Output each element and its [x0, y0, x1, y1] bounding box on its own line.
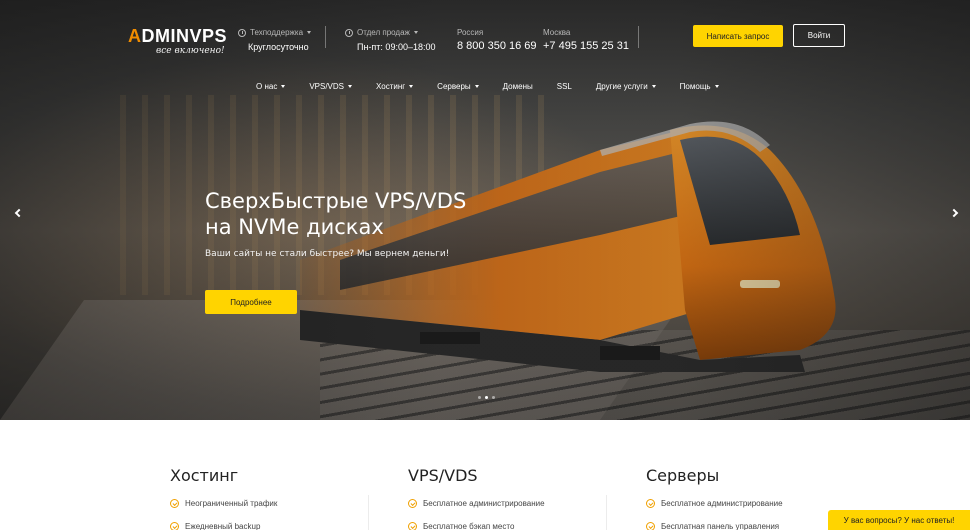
- slider-dot[interactable]: [478, 396, 481, 399]
- list-item: Бесплатное бэкап место: [408, 522, 545, 530]
- slider-dots: [478, 396, 495, 399]
- hero-title-line-1: СверхБыстрые VPS/VDS: [205, 189, 467, 213]
- check-circle-icon: [408, 522, 417, 530]
- clock-icon: [345, 28, 353, 37]
- login-button[interactable]: Войти: [793, 24, 845, 47]
- slider-prev-arrow-icon[interactable]: [10, 206, 24, 220]
- nav-item-vps[interactable]: VPS/VDS: [309, 82, 352, 91]
- list-item: Ежедневный backup: [170, 522, 277, 530]
- check-circle-icon: [408, 499, 417, 508]
- slider-dot-active[interactable]: [485, 396, 488, 399]
- vps-column: VPS/VDS Бесплатное администрирование Бес…: [408, 466, 545, 530]
- support-value: Круглосуточно: [248, 42, 309, 52]
- sales-label: Отдел продаж: [357, 28, 410, 37]
- nav-item-ssl[interactable]: SSL: [557, 82, 572, 91]
- list-item: Неограниченный трафик: [170, 499, 277, 508]
- list-item: Бесплатная панель управления: [646, 522, 783, 530]
- phone-moscow-value[interactable]: +7 495 155 25 31: [543, 40, 629, 52]
- chevron-down-icon: [413, 31, 418, 34]
- nav-item-about[interactable]: О нас: [256, 82, 286, 91]
- support-info: Техподдержка Круглосуточно: [238, 28, 312, 52]
- sales-value: Пн-пт: 09:00–18:00: [357, 42, 436, 52]
- hero-slider: [0, 0, 970, 420]
- sales-info: Отдел продаж Пн-пт: 09:00–18:00: [345, 28, 435, 52]
- list-item: Бесплатное администрирование: [408, 499, 545, 508]
- chevron-down-icon: [714, 85, 719, 88]
- nav-item-domains[interactable]: Домены: [503, 82, 533, 91]
- slider-dot[interactable]: [492, 396, 495, 399]
- column-divider: [606, 495, 607, 530]
- phone-russia-label: Россия: [457, 28, 484, 37]
- check-circle-icon: [170, 499, 179, 508]
- nav-item-servers[interactable]: Серверы: [437, 82, 479, 91]
- chat-widget-button[interactable]: У вас вопросы? У нас ответы!: [828, 510, 970, 530]
- check-circle-icon: [646, 522, 655, 530]
- header-divider: [638, 26, 639, 48]
- hosting-title[interactable]: Хостинг: [170, 466, 277, 485]
- chevron-down-icon: [409, 85, 414, 88]
- clock-icon: [238, 28, 246, 37]
- column-divider: [368, 495, 369, 530]
- slider-next-arrow-icon[interactable]: [948, 206, 962, 220]
- check-circle-icon: [646, 499, 655, 508]
- chevron-down-icon: [474, 85, 479, 88]
- hero-subtitle: Ваши сайты не стали быстрее? Мы вернем д…: [205, 249, 450, 259]
- support-label: Техподдержка: [250, 28, 304, 37]
- hero-overlay: [0, 0, 970, 420]
- main-nav: О нас VPS/VDS Хостинг Серверы Домены SSL…: [256, 82, 719, 91]
- more-details-button[interactable]: Подробнее: [205, 290, 297, 314]
- logo[interactable]: ADMINVPS все включено!: [128, 26, 228, 56]
- chevron-down-icon: [307, 31, 312, 34]
- header-divider: [325, 26, 326, 48]
- hero-title: СверхБыстрые VPS/VDS на NVMe дисках: [205, 188, 466, 240]
- nav-item-hosting[interactable]: Хостинг: [376, 82, 414, 91]
- chevron-down-icon: [281, 85, 286, 88]
- phone-russia-value[interactable]: 8 800 350 16 69: [457, 40, 537, 52]
- nav-item-other-services[interactable]: Другие услуги: [596, 82, 656, 91]
- hero-title-line-2: на NVMe дисках: [205, 215, 384, 239]
- hosting-column: Хостинг Неограниченный трафик Ежедневный…: [170, 466, 277, 530]
- servers-title[interactable]: Серверы: [646, 466, 783, 485]
- logo-text: ADMINVPS: [128, 26, 228, 46]
- list-item: Бесплатное администрирование: [646, 499, 783, 508]
- phone-moscow-label: Москва: [543, 28, 571, 37]
- logo-slogan: все включено!: [156, 46, 225, 56]
- servers-column: Серверы Бесплатное администрирование Бес…: [646, 466, 783, 530]
- check-circle-icon: [170, 522, 179, 530]
- vps-title[interactable]: VPS/VDS: [408, 466, 545, 485]
- phone-moscow[interactable]: Москва +7 495 155 25 31: [543, 28, 629, 52]
- write-request-button[interactable]: Написать запрос: [693, 25, 783, 47]
- chevron-down-icon: [348, 85, 352, 88]
- nav-item-help[interactable]: Помощь: [680, 82, 719, 91]
- phone-russia[interactable]: Россия 8 800 350 16 69: [457, 28, 537, 52]
- chevron-down-icon: [651, 85, 656, 88]
